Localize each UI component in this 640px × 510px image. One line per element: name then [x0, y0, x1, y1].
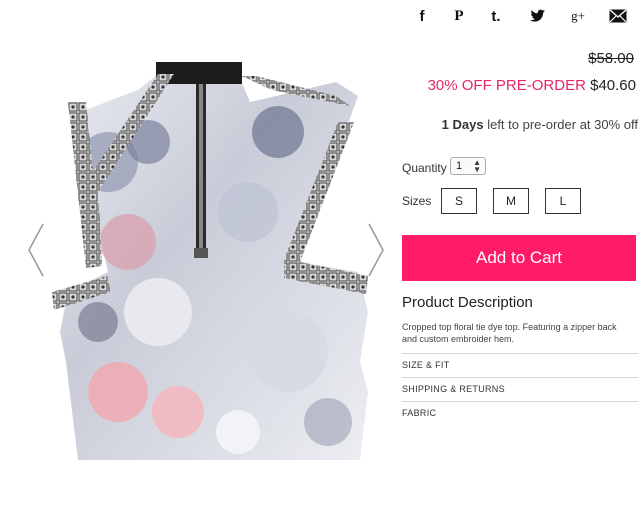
product-description-text: Cropped top floral tie dye top. Featurin…	[402, 322, 617, 344]
stepper-arrows-icon: ▲ ▼	[473, 158, 481, 174]
preorder-countdown: 1 Days left to pre-order at 30% off	[442, 117, 638, 132]
next-image-arrow-icon[interactable]	[366, 222, 386, 278]
sale-price: $40.60	[590, 77, 636, 94]
quantity-select[interactable]: 1 ▲ ▼	[450, 157, 486, 175]
twitter-icon[interactable]	[526, 4, 550, 28]
size-option-l[interactable]: L	[545, 188, 581, 214]
original-price: $58.00	[588, 50, 634, 67]
add-to-cart-button[interactable]: Add to Cart	[402, 235, 636, 281]
preorder-days: 1 Days	[441, 117, 484, 132]
quantity-label: Quantity	[402, 161, 447, 175]
pinterest-icon[interactable]: P	[447, 4, 471, 28]
accordion-shipping-returns[interactable]: SHIPPING & RETURNS	[402, 377, 638, 399]
facebook-icon[interactable]: f	[410, 4, 434, 28]
product-image	[52, 62, 368, 460]
product-gallery	[0, 0, 400, 510]
sale-price-line: 30% OFF PRE-ORDER $40.60	[428, 77, 636, 94]
preorder-text: left to pre-order at 30% off	[483, 117, 638, 132]
share-bar: f P t. g+	[402, 4, 640, 30]
quantity-value: 1	[456, 160, 463, 172]
sizes-label: Sizes	[402, 194, 432, 208]
tumblr-icon[interactable]: t.	[484, 4, 508, 28]
product-description-title: Product Description	[402, 294, 533, 311]
email-icon[interactable]	[606, 4, 630, 28]
accordion-fabric[interactable]: FABRIC	[402, 401, 638, 423]
accordion-size-fit[interactable]: SIZE & FIT	[402, 353, 638, 375]
promo-label: 30% OFF PRE-ORDER	[427, 77, 586, 94]
size-option-m[interactable]: M	[493, 188, 529, 214]
size-option-s[interactable]: S	[441, 188, 477, 214]
google-plus-icon[interactable]: g+	[566, 4, 590, 28]
